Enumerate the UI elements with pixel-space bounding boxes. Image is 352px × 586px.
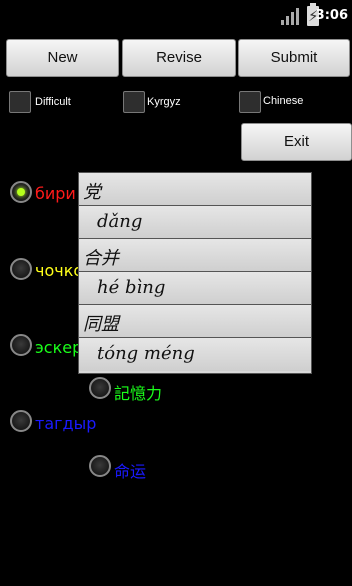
signal-icon <box>281 8 299 25</box>
popup-row-pinyin-1[interactable]: dǎng <box>79 206 311 239</box>
exit-button[interactable]: Exit <box>241 123 352 161</box>
answer-text-3[interactable]: эскер <box>35 338 82 357</box>
popup-row-text: 合并 <box>83 248 119 269</box>
popup-row-hanzi-1[interactable]: 党 <box>79 173 311 206</box>
chinese-label: Chinese <box>263 95 304 107</box>
answer-radio-6[interactable] <box>89 455 111 477</box>
answer-text-5[interactable]: тагдыр <box>35 414 96 433</box>
dictionary-popup: 党 dǎng 合并 hé bìng 同盟 tóng méng <box>78 172 312 374</box>
answer-text-4[interactable]: 記憶力 <box>114 380 162 404</box>
answer-radio-3[interactable] <box>10 334 32 356</box>
popup-row-text: 党 <box>83 182 101 203</box>
answer-text-2[interactable]: чочко <box>35 261 83 280</box>
difficult-checkbox[interactable] <box>9 91 31 113</box>
answer-radio-4[interactable] <box>89 377 111 399</box>
popup-row-text: dǎng <box>97 211 143 232</box>
answer-text-1[interactable]: бири <box>35 184 76 203</box>
answer-radio-5[interactable] <box>10 410 32 432</box>
difficult-label: Difficult <box>35 96 71 108</box>
kyrgyz-checkbox[interactable] <box>123 91 145 113</box>
answer-text-6[interactable]: 命运 <box>114 458 146 482</box>
popup-row-pinyin-2[interactable]: hé bìng <box>79 272 311 305</box>
status-time: 3:06 <box>315 8 348 23</box>
status-bar: ⚡ 3:06 <box>0 0 352 34</box>
revise-button[interactable]: Revise <box>122 39 236 77</box>
popup-row-hanzi-2[interactable]: 合并 <box>79 239 311 272</box>
kyrgyz-label: Kyrgyz <box>147 96 181 108</box>
popup-row-hanzi-3[interactable]: 同盟 <box>79 305 311 338</box>
answer-radio-1[interactable] <box>10 181 32 203</box>
answer-radio-2[interactable] <box>10 258 32 280</box>
chinese-checkbox[interactable] <box>239 91 261 113</box>
new-button[interactable]: New <box>6 39 119 77</box>
popup-row-text: tóng méng <box>97 343 195 364</box>
popup-row-text: hé bìng <box>97 277 166 298</box>
popup-row-pinyin-3[interactable]: tóng méng <box>79 338 311 371</box>
popup-row-text: 同盟 <box>83 314 119 335</box>
submit-button[interactable]: Submit <box>238 39 350 77</box>
